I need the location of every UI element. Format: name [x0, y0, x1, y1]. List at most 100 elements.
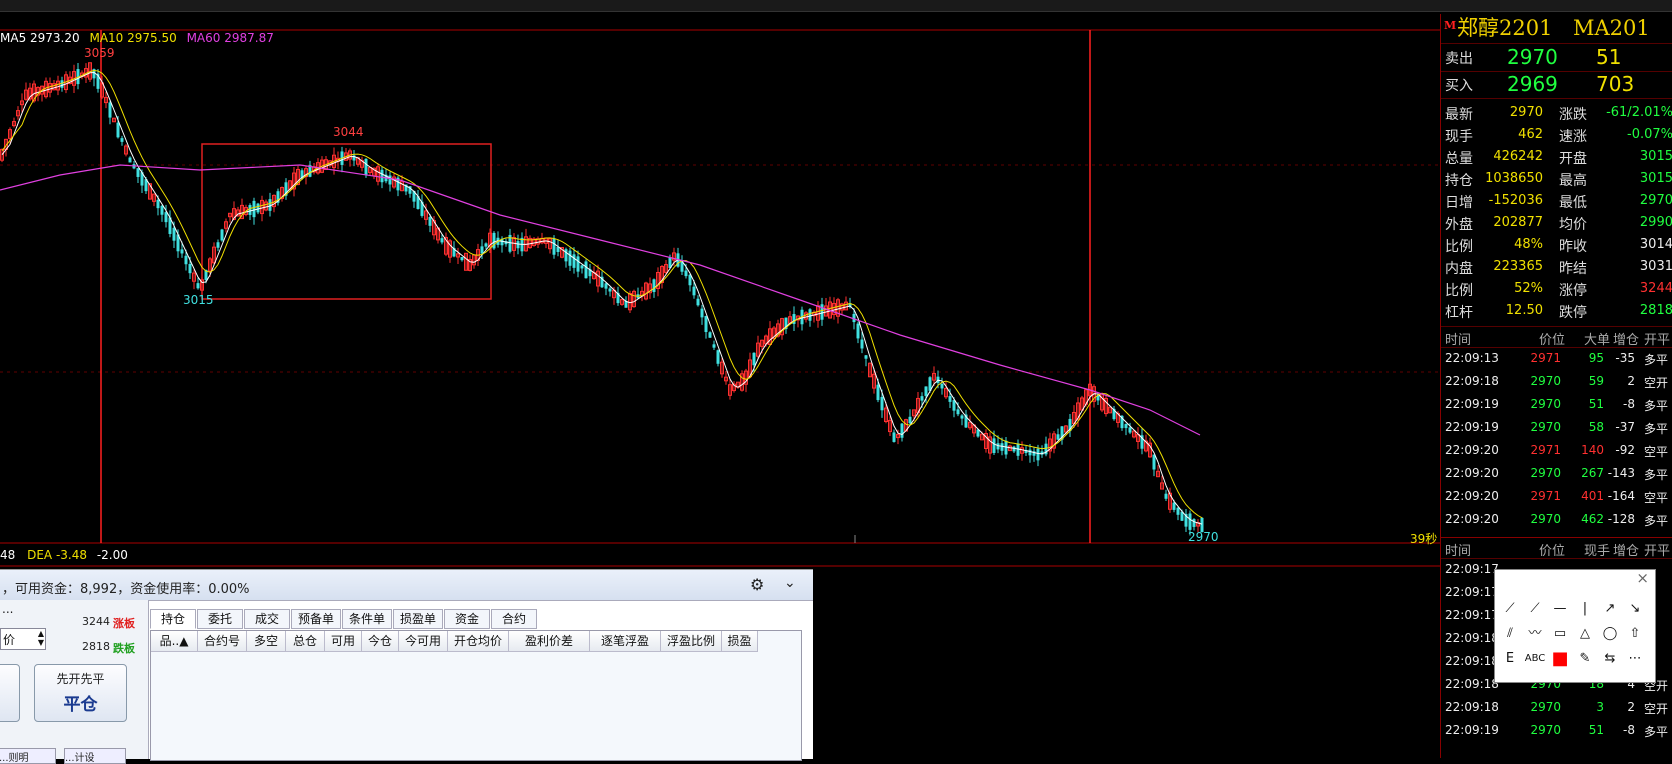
stat-value: 426242: [1493, 149, 1543, 164]
tick-cell: 多平: [1644, 353, 1669, 367]
tick-cell: 462: [1581, 512, 1604, 526]
candle-body: [1152, 454, 1156, 470]
stat-key: 日增: [1445, 195, 1473, 211]
column-header[interactable]: 逐笔浮盈: [590, 631, 661, 652]
col-oc-2: 开平: [1644, 544, 1671, 559]
tick-row[interactable]: 22:09:18 2970 59 2 空开: [1441, 370, 1672, 393]
candle-body: [584, 261, 588, 279]
chart-area[interactable]: [0, 0, 1440, 569]
tab-8[interactable]: 合约: [491, 609, 537, 629]
more-icon[interactable]: ⋯: [1624, 648, 1646, 670]
column-header[interactable]: 品..▲: [151, 631, 198, 652]
column-header[interactable]: 今可用: [399, 631, 448, 652]
candle-body: [480, 246, 484, 254]
trade-panel: ，可用资金：8,992，资金使用率：0.00% ⚙ ⌄ ... 3244 涨板 …: [0, 569, 813, 764]
tick-cell: 多平: [1644, 514, 1669, 528]
text-abc-icon[interactable]: ABC: [1524, 648, 1546, 670]
hline-icon[interactable]: —: [1549, 598, 1571, 620]
tab-7[interactable]: 资金: [444, 609, 490, 629]
column-header[interactable]: 总仓: [286, 631, 325, 652]
parallel-icon[interactable]: ⫽: [1499, 623, 1521, 645]
column-header[interactable]: 可用: [325, 631, 362, 652]
tick-row[interactable]: 22:09:19 2970 51 -8 多平: [1441, 393, 1672, 416]
column-header[interactable]: 开仓均价: [448, 631, 509, 652]
tick-row[interactable]: 22:09:18 2970 3 2 空开: [1441, 696, 1672, 719]
tab-3[interactable]: 成交: [244, 609, 290, 629]
vline-icon[interactable]: |: [1574, 598, 1596, 620]
ray-icon[interactable]: ⟋: [1524, 598, 1546, 620]
arrow-down-icon[interactable]: ↘: [1624, 598, 1646, 620]
price-type-select[interactable]: 价 ▲ ▼: [0, 628, 46, 650]
candle-body: [1012, 446, 1016, 452]
ma60-line: [0, 164, 1201, 436]
column-header[interactable]: 合约号: [198, 631, 247, 652]
close-icon[interactable]: ×: [1636, 569, 1649, 587]
settings-icon[interactable]: ⇆: [1599, 648, 1621, 670]
tab-1[interactable]: 持仓: [150, 609, 196, 629]
candle-body: [960, 415, 964, 419]
tick-row[interactable]: 22:09:20 2970 267 -143 多平: [1441, 462, 1672, 485]
open-button-partial[interactable]: [0, 664, 20, 722]
wave-icon[interactable]: 〰: [1524, 623, 1546, 645]
positions-grid[interactable]: 品..▲ 合约号 多空 总仓 可用 今仓 今可用 开仓均价 盈利价差 逐笔浮盈 浮盈比例 损盈: [150, 630, 802, 761]
ma60-label: MA60 2987.87: [186, 31, 274, 45]
candle-body: [860, 339, 864, 349]
gear-icon[interactable]: ⚙: [750, 575, 764, 594]
tab-5[interactable]: 条件单: [342, 609, 392, 629]
rect-icon[interactable]: ▭: [1549, 623, 1571, 645]
tick-list[interactable]: 22:09:13 2971 95 -35 多平 22:09:18 2970 59 2 空开 22:0…: [1441, 347, 1672, 531]
ticks2-header: 时间 价位 现手 增仓 开平: [1441, 537, 1672, 559]
stat-row: 持仓 1038650 最高 3015: [1441, 168, 1672, 190]
tick-row[interactable]: 22:09:19 2970 51 -8 多平: [1441, 719, 1672, 742]
stat-key: 最低: [1559, 195, 1587, 211]
bottom-button-1[interactable]: ...则明: [0, 748, 56, 764]
tick-cell: -35: [1615, 351, 1635, 365]
candle-body: [908, 416, 912, 424]
stat-key: 外盘: [1445, 217, 1473, 233]
stat-value: -61/2.01%: [1606, 105, 1672, 120]
candle-body: [484, 243, 488, 247]
triangle-icon[interactable]: △: [1574, 623, 1596, 645]
stepper-icon[interactable]: ▲ ▼: [38, 629, 44, 647]
eraser-icon[interactable]: ✎: [1574, 648, 1596, 670]
close-position-button[interactable]: 先开先平 平仓: [34, 664, 127, 722]
tick-row[interactable]: 22:09:13 2971 95 -35 多平: [1441, 347, 1672, 370]
funds-text: ，可用资金：8,992，资金使用率：0.00%: [2, 582, 250, 597]
tick-row[interactable]: 22:09:19 2970 58 -37 多平: [1441, 416, 1672, 439]
tab-2[interactable]: 委托: [197, 609, 243, 629]
arrow-icon[interactable]: ↗: [1599, 598, 1621, 620]
stat-row: 外盘 202877 均价 2990: [1441, 212, 1672, 234]
stat-key: 速涨: [1559, 129, 1587, 145]
tab-4[interactable]: 预备单: [291, 609, 341, 629]
tick-cell: 59: [1588, 374, 1604, 388]
column-header[interactable]: 损盈: [722, 631, 758, 652]
stat-key: 最新: [1445, 107, 1473, 123]
bid-row[interactable]: 买入 2969 703: [1441, 71, 1672, 99]
column-header[interactable]: 浮盈比例: [661, 631, 722, 652]
ask-row[interactable]: 卖出 2970 51: [1441, 43, 1672, 72]
candle-body: [948, 396, 952, 402]
column-header[interactable]: 今仓: [362, 631, 399, 652]
candle-body: [128, 157, 132, 163]
column-header[interactable]: 盈利价差: [509, 631, 590, 652]
candle-body: [1028, 449, 1032, 456]
tab-6[interactable]: 损盈单: [393, 609, 443, 629]
collapse-icon[interactable]: ⌄: [784, 575, 796, 591]
fib-icon[interactable]: Ε: [1499, 648, 1521, 670]
column-header[interactable]: 多空: [247, 631, 286, 652]
color-icon[interactable]: ■: [1549, 648, 1571, 670]
tick-row[interactable]: 22:09:20 2971 401 -164 空平: [1441, 485, 1672, 508]
candle-body: [716, 350, 720, 364]
candle-body: [184, 255, 188, 265]
tick-row[interactable]: 22:09:20 2971 140 -92 空平: [1441, 439, 1672, 462]
ellipse-icon[interactable]: ◯: [1599, 623, 1621, 645]
line-icon[interactable]: ⟋: [1499, 598, 1521, 620]
up-arrow-icon[interactable]: ⇧: [1624, 623, 1646, 645]
candle-body: [216, 242, 220, 248]
macd-label: -2.00: [96, 548, 128, 562]
bottom-button-2[interactable]: ...计设: [64, 748, 126, 764]
candle-body: [576, 256, 580, 272]
col-oc: 开平: [1644, 333, 1671, 348]
candle-body: [1128, 427, 1132, 433]
tick-row[interactable]: 22:09:20 2970 462 -128 多平: [1441, 508, 1672, 531]
